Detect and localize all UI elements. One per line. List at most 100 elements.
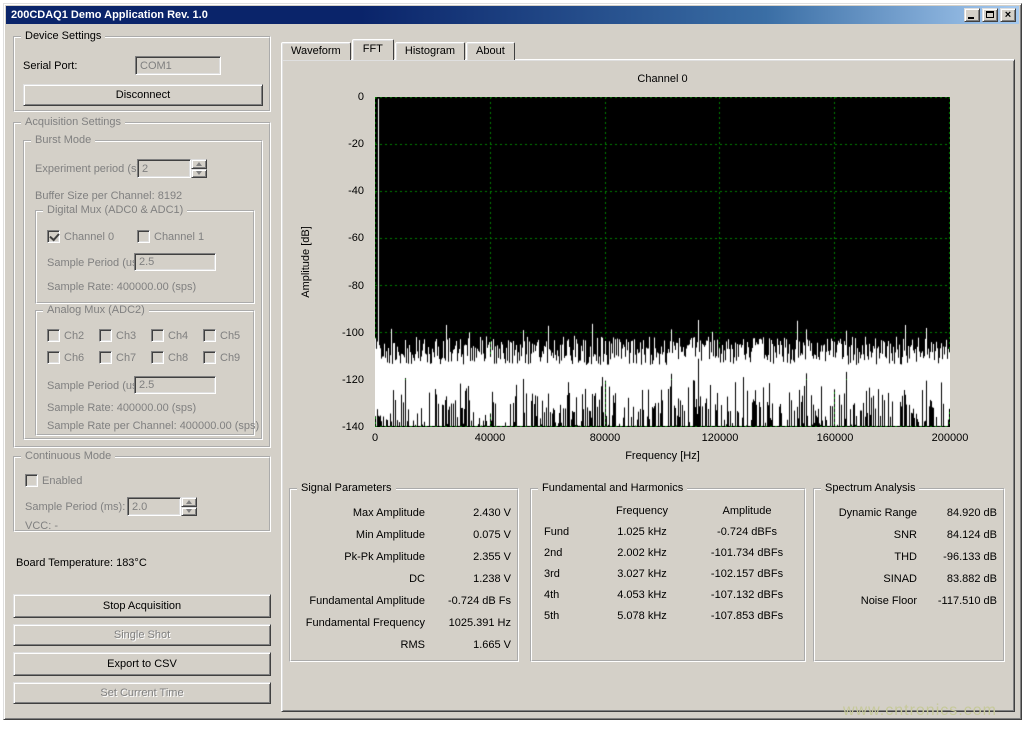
param-label: Max Amplitude (297, 507, 425, 519)
param-label: Fundamental Amplitude (297, 595, 425, 607)
spectrum-row: THD-96.133 dB (821, 546, 997, 568)
ch6-checkbox (47, 351, 60, 364)
spin-down-icon (181, 507, 197, 517)
burst-mode-legend: Burst Mode (31, 134, 95, 147)
param-label: RMS (297, 639, 425, 651)
y-tick-label: -120 (342, 374, 364, 386)
ch6-label: Ch6 (64, 352, 84, 364)
spectrum-value: -96.133 dB (917, 551, 997, 563)
set-current-time-button: Set Current Time (13, 682, 271, 704)
spectrum-label: SNR (821, 529, 917, 541)
spectrum-row: SINAD83.882 dB (821, 568, 997, 590)
harmonic-amplitude: -101.734 dBFs (694, 547, 800, 559)
stop-acquisition-button[interactable]: Stop Acquisition (13, 594, 271, 618)
spectrum-analysis-group: Spectrum Analysis Dynamic Range84.920 dB… (813, 488, 1005, 662)
continuous-sample-period-label: Sample Period (ms): (25, 501, 125, 513)
board-temperature-text: Board Temperature: 183°C (16, 557, 147, 569)
harmonic-frequency: 1.025 kHz (590, 526, 694, 538)
harmonics-row: 3rd3.027 kHz-102.157 dBFs (536, 563, 802, 584)
x-tick-label: 80000 (575, 432, 635, 445)
ch3-label: Ch3 (116, 330, 136, 342)
spectrum-row: Dynamic Range84.920 dB (821, 502, 997, 524)
tab-about[interactable]: About (466, 42, 515, 60)
continuous-mode-group: Continuous Mode Enabled Sample Period (m… (13, 456, 271, 532)
analog-sample-period-input: 2.5 (134, 376, 216, 394)
maximize-button[interactable] (982, 8, 998, 22)
analog-mux-legend: Analog Mux (ADC2) (43, 304, 149, 317)
harmonic-amplitude: -107.132 dBFs (694, 589, 800, 601)
device-settings-legend: Device Settings (21, 30, 105, 43)
spin-up-icon (181, 497, 197, 507)
param-value: 1025.391 Hz (425, 617, 511, 629)
harmonic-name: 2nd (536, 547, 590, 559)
fundamental-harmonics-group: Fundamental and Harmonics Frequency Ampl… (530, 488, 806, 662)
ch9-label: Ch9 (220, 352, 240, 364)
experiment-period-stepper (191, 159, 207, 178)
continuous-mode-legend: Continuous Mode (21, 450, 115, 463)
harmonic-name: 4th (536, 589, 590, 601)
fundamental-harmonics-legend: Fundamental and Harmonics (538, 482, 687, 495)
tab-bar: Waveform FFT Histogram About (281, 39, 516, 60)
ch8-label: Ch8 (168, 352, 188, 364)
spectrum-value: 84.920 dB (917, 507, 997, 519)
ch3-checkbox (99, 329, 112, 342)
analog-sample-period-label: Sample Period (us): (47, 380, 144, 392)
spectrum-label: THD (821, 551, 917, 563)
param-row: RMS1.665 V (297, 634, 511, 656)
x-axis-label: Frequency [Hz] (375, 450, 950, 462)
tab-histogram[interactable]: Histogram (395, 42, 465, 60)
tab-fft[interactable]: FFT (352, 39, 394, 60)
continuous-sample-period-input: 2.0 (127, 497, 181, 516)
close-button[interactable]: × (1000, 8, 1016, 22)
param-row: DC1.238 V (297, 568, 511, 590)
spectrum-value: 84.124 dB (917, 529, 997, 541)
titlebar: 200CDAQ1 Demo Application Rev. 1.0 × (6, 6, 1019, 24)
page-background: 200CDAQ1 Demo Application Rev. 1.0 × Dev… (0, 0, 1031, 730)
harmonics-header-frequency: Frequency (590, 505, 694, 517)
param-row: Fundamental Frequency1025.391 Hz (297, 612, 511, 634)
param-value: 2.355 V (425, 551, 511, 563)
harmonics-row: 5th5.078 kHz-107.853 dBFs (536, 605, 802, 626)
channel0-checkbox (47, 230, 60, 243)
chart-title: Channel 0 (375, 73, 950, 85)
tab-waveform[interactable]: Waveform (281, 42, 351, 60)
spin-up-icon (191, 159, 207, 169)
analog-mux-group: Analog Mux (ADC2) Ch2 Ch3 Ch4 Ch5 Ch6 Ch… (35, 310, 255, 436)
window-controls: × (962, 8, 1016, 22)
minimize-button[interactable] (964, 8, 980, 22)
channel1-label: Channel 1 (154, 231, 204, 243)
close-icon: × (1001, 8, 1015, 22)
single-shot-button: Single Shot (13, 624, 271, 646)
harmonic-name: 3rd (536, 568, 590, 580)
digital-mux-group: Digital Mux (ADC0 & ADC1) Channel 0 Chan… (35, 210, 255, 304)
ch2-checkbox (47, 329, 60, 342)
x-tick-label: 0 (345, 432, 405, 445)
spectrum-value: 83.882 dB (917, 573, 997, 585)
digital-sample-rate-text: Sample Rate: 400000.00 (sps) (47, 281, 196, 293)
ch9-checkbox (203, 351, 216, 364)
param-row: Pk-Pk Amplitude2.355 V (297, 546, 511, 568)
spectrum-value: -117.510 dB (917, 595, 997, 607)
y-tick-label: -60 (348, 232, 364, 244)
param-value: -0.724 dB Fs (425, 595, 511, 607)
harmonics-row: Fund1.025 kHz-0.724 dBFs (536, 521, 802, 542)
ch8-checkbox (151, 351, 164, 364)
y-tick-label: -80 (348, 280, 364, 292)
acquisition-settings-group: Acquisition Settings Burst Mode Experime… (13, 122, 271, 448)
y-tick-label: -100 (342, 327, 364, 339)
minimize-icon (968, 17, 974, 19)
spectrum-label: SINAD (821, 573, 917, 585)
disconnect-button[interactable]: Disconnect (23, 84, 263, 106)
experiment-period-input: 2 (137, 159, 191, 178)
harmonics-row: 4th4.053 kHz-107.132 dBFs (536, 584, 802, 605)
harmonic-name: 5th (536, 610, 590, 622)
watermark: www.cntronics.com (843, 702, 997, 720)
x-axis-ticks: 04000080000120000160000200000 (345, 432, 980, 445)
serial-port-label: Serial Port: (23, 60, 77, 72)
export-to-csv-button[interactable]: Export to CSV (13, 652, 271, 676)
maximize-icon (986, 11, 994, 18)
x-tick-label: 160000 (805, 432, 865, 445)
spectrum-row: Noise Floor-117.510 dB (821, 590, 997, 612)
param-value: 0.075 V (425, 529, 511, 541)
analog-sample-rate-per-channel-text: Sample Rate per Channel: 400000.00 (sps) (47, 420, 259, 432)
